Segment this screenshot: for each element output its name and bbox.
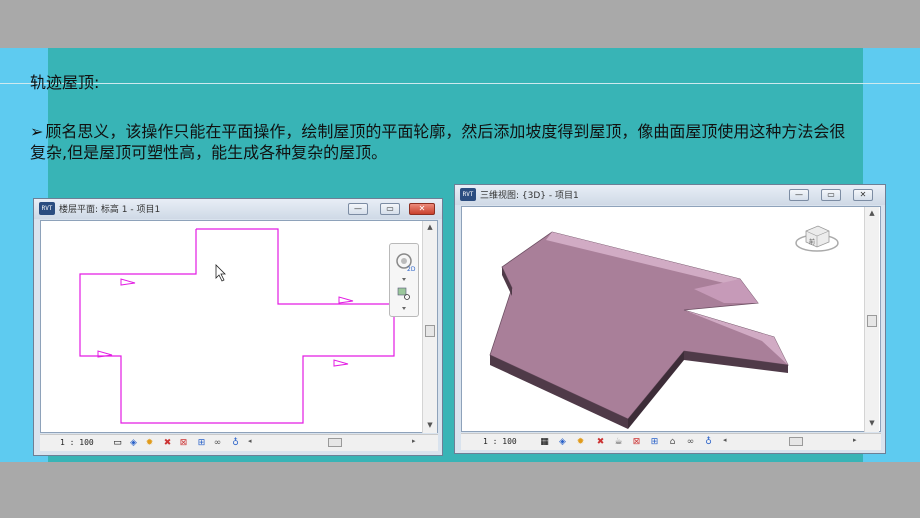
shadows-icon[interactable]: ✖ [162,438,173,448]
slope-arrow-icon[interactable] [333,359,349,367]
bullet-arrow-icon: ➢ [30,122,44,141]
horizontal-scroll-thumb[interactable] [328,438,342,447]
scroll-right-icon[interactable]: ▸ [412,437,416,445]
temporary-hide-icon[interactable]: ∞ [212,438,223,448]
show-crop-icon[interactable]: ⊞ [196,438,207,448]
3d-view-window[interactable]: RVT 三维视图: {3D} - 项目1 — ▭ ✕ 前 ▲ ▼ 1: 100… [454,184,886,454]
slide-title: 轨迹屋顶: [30,73,100,92]
plan-vertical-scrollbar[interactable]: ▲ ▼ [422,221,437,433]
3d-window-title: 三维视图: {3D} - 项目1 [480,191,579,201]
mouse-cursor-icon [215,264,226,282]
minimize-button[interactable]: — [348,203,368,215]
nav-wheel-icon[interactable]: 2D [390,244,418,316]
crop-region-icon[interactable]: ⊠ [631,437,642,447]
reveal-hidden-icon[interactable]: ♁ [230,438,241,448]
plan-drawing-area[interactable]: 2D [40,220,438,433]
3d-model-svg: 前 [489,225,839,429]
viewcube-face-label: 前 [809,238,815,246]
scroll-down-icon[interactable]: ▼ [423,421,437,429]
svg-text:2D: 2D [407,266,416,273]
view-scale[interactable]: 1 : 100 [60,438,94,447]
revit-logo-icon: RVT [39,202,55,215]
bottom-gray-band [0,462,920,518]
top-gray-band [0,0,920,48]
scroll-down-icon[interactable]: ▼ [865,419,879,427]
slide-paragraph: ➢ 顾名思义，该操作只能在平面操作，绘制屋顶的平面轮廓，然后添加坡度得到屋顶，像曲… [30,121,860,163]
title-rule [0,83,920,84]
view-scale[interactable]: 1 : 100 [483,437,517,446]
3d-vertical-scrollbar[interactable]: ▲ ▼ [864,207,879,432]
lock-3d-view-icon[interactable]: ⌂ [667,437,678,447]
sun-path-icon[interactable]: ✹ [575,437,586,447]
roof-footprint-sketch[interactable] [79,228,395,424]
navigation-bar[interactable]: 2D [389,243,419,317]
model-graphics-icon[interactable]: ▭ [112,438,123,448]
minimize-button[interactable]: — [789,189,809,201]
plan-view-window[interactable]: RVT 楼层平面: 标高 1 - 项目1 — ▭ ✕ 2D ▲ ▼ 1: 10… [33,198,443,456]
scroll-thumb[interactable] [425,325,435,337]
scroll-thumb[interactable] [867,315,877,327]
plan-view-control-bar: 1 : 100 ▭ ◈ ✹ ✖ ⊠ ⊞ ∞ ♁ ◂ ▸ [40,434,438,451]
sun-path-icon[interactable]: ✹ [144,438,155,448]
scroll-left-icon[interactable]: ◂ [723,436,727,444]
visual-style-icon[interactable]: ◈ [557,437,568,447]
scroll-right-icon[interactable]: ▸ [853,436,857,444]
close-button[interactable]: ✕ [853,189,873,201]
plan-window-titlebar[interactable]: RVT 楼层平面: 标高 1 - 项目1 — ▭ ✕ [34,199,442,219]
temporary-hide-icon[interactable]: ∞ [685,437,696,447]
model-graphics-icon[interactable]: ▦ [539,437,550,447]
show-crop-icon[interactable]: ⊞ [649,437,660,447]
restore-button[interactable]: ▭ [380,203,400,215]
scroll-up-icon[interactable]: ▲ [865,209,879,217]
close-button[interactable]: ✕ [409,203,435,215]
reveal-hidden-icon[interactable]: ♁ [703,437,714,447]
horizontal-scroll-thumb[interactable] [789,437,803,446]
rendering-icon[interactable]: ☕ [613,437,624,447]
crop-region-icon[interactable]: ⊠ [178,438,189,448]
viewcube-icon[interactable]: 前 [795,225,839,252]
3d-window-titlebar[interactable]: RVT 三维视图: {3D} - 项目1 — ▭ ✕ [455,185,885,205]
scroll-left-icon[interactable]: ◂ [248,437,252,445]
plan-sketch-svg [79,228,395,424]
visual-style-icon[interactable]: ◈ [128,438,139,448]
3d-view-control-bar: 1 : 100 ▦ ◈ ✹ ✖ ☕ ⊠ ⊞ ⌂ ∞ ♁ ◂ ▸ [461,433,881,450]
slope-arrow-icon[interactable] [338,296,354,304]
shadows-icon[interactable]: ✖ [595,437,606,447]
restore-button[interactable]: ▭ [821,189,841,201]
paragraph-text: 顾名思义，该操作只能在平面操作，绘制屋顶的平面轮廓，然后添加坡度得到屋顶，像曲面… [30,122,846,162]
slope-arrow-icon[interactable] [120,278,136,286]
revit-logo-icon: RVT [460,188,476,201]
scroll-up-icon[interactable]: ▲ [423,223,437,231]
3d-drawing-area[interactable]: 前 [461,206,881,432]
plan-window-title: 楼层平面: 标高 1 - 项目1 [59,205,161,215]
